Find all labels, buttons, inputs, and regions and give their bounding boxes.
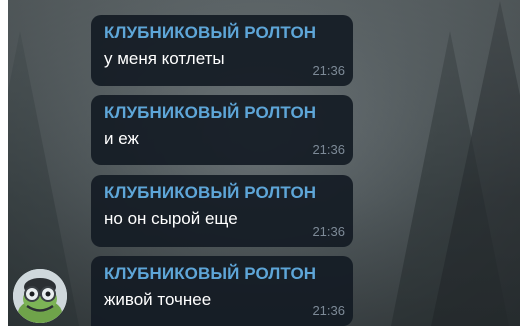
message-time: 21:36 [312, 224, 345, 239]
message-bubble[interactable]: КЛУБНИКОВЫЙ РОЛТОН но он сырой еще 21:36 [91, 175, 353, 247]
screenshot-edge [0, 326, 520, 331]
sender-name[interactable]: КЛУБНИКОВЫЙ РОЛТОН [104, 264, 341, 284]
message-bubble[interactable]: КЛУБНИКОВЫЙ РОЛТОН живой точнее 21:36 [91, 256, 353, 326]
message-time: 21:36 [312, 63, 345, 78]
sender-name[interactable]: КЛУБНИКОВЫЙ РОЛТОН [104, 103, 341, 123]
message-text: и еж [104, 129, 139, 148]
screenshot-edge [0, 0, 8, 331]
sender-name[interactable]: КЛУБНИКОВЫЙ РОЛТОН [104, 23, 341, 43]
message-time: 21:36 [312, 142, 345, 157]
message-text: живой точнее [104, 290, 212, 309]
message-time: 21:36 [312, 303, 345, 318]
message-text: у меня котлеты [104, 49, 225, 68]
message-text: но он сырой еще [104, 209, 238, 228]
message-bubble[interactable]: КЛУБНИКОВЫЙ РОЛТОН и еж 21:36 [91, 95, 353, 165]
message-bubble[interactable]: КЛУБНИКОВЫЙ РОЛТОН у меня котлеты 21:36 [91, 15, 353, 86]
sender-name[interactable]: КЛУБНИКОВЫЙ РОЛТОН [104, 183, 341, 203]
crazy-frog-avatar-icon [13, 269, 67, 323]
sender-avatar[interactable] [13, 269, 67, 323]
